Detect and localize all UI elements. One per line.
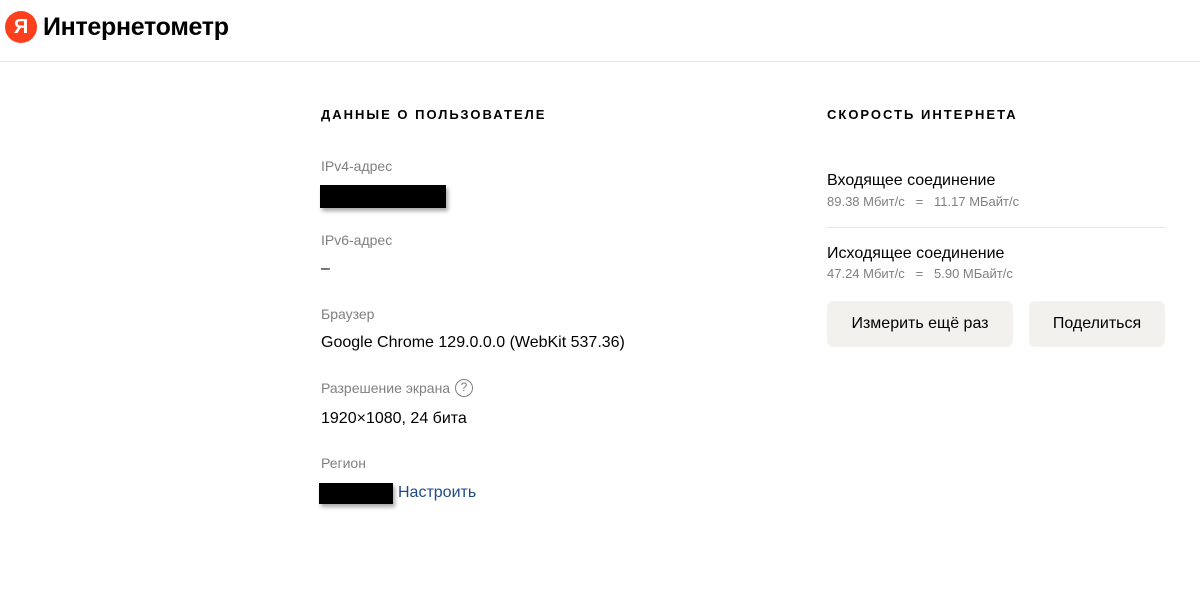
upload-title: Исходящее соединение bbox=[827, 245, 1005, 262]
share-button[interactable]: Поделиться bbox=[1029, 301, 1165, 347]
region-value-redacted bbox=[319, 483, 393, 504]
region-configure-link[interactable]: Настроить bbox=[398, 484, 476, 502]
download-value: 89.38 Мбит/с = 11.17 МБайт/с bbox=[827, 194, 1020, 209]
speed-title: СКОРОСТЬ ИНТЕРНЕТА bbox=[827, 107, 1018, 122]
browser-value: Google Chrome 129.0.0.0 (WebKit 537.36) bbox=[321, 334, 625, 351]
ipv4-value-redacted bbox=[320, 185, 446, 208]
browser-label: Браузер bbox=[321, 306, 375, 322]
download-title: Входящее соединение bbox=[827, 172, 996, 189]
ipv4-label: IPv4-адрес bbox=[321, 158, 393, 174]
ipv6-value: – bbox=[321, 260, 330, 277]
remeasure-button[interactable]: Измерить ещё раз bbox=[827, 301, 1013, 347]
screen-resolution-value: 1920×1080, 24 бита bbox=[321, 410, 467, 427]
user-data-title: ДАННЫЕ О ПОЛЬЗОВАТЕЛЕ bbox=[321, 107, 547, 122]
ipv6-label: IPv6-адрес bbox=[321, 232, 393, 248]
screen-resolution-label: Разрешение экрана bbox=[321, 380, 451, 396]
divider bbox=[827, 227, 1165, 228]
yandex-logo-icon[interactable]: Я bbox=[5, 11, 37, 43]
app-title[interactable]: Интернетометр bbox=[43, 11, 229, 43]
header: Я Интернетометр bbox=[0, 0, 1200, 62]
region-label: Регион bbox=[321, 455, 366, 471]
upload-value: 47.24 Мбит/с = 5.90 МБайт/с bbox=[827, 266, 1013, 281]
help-icon[interactable]: ? bbox=[455, 379, 473, 397]
